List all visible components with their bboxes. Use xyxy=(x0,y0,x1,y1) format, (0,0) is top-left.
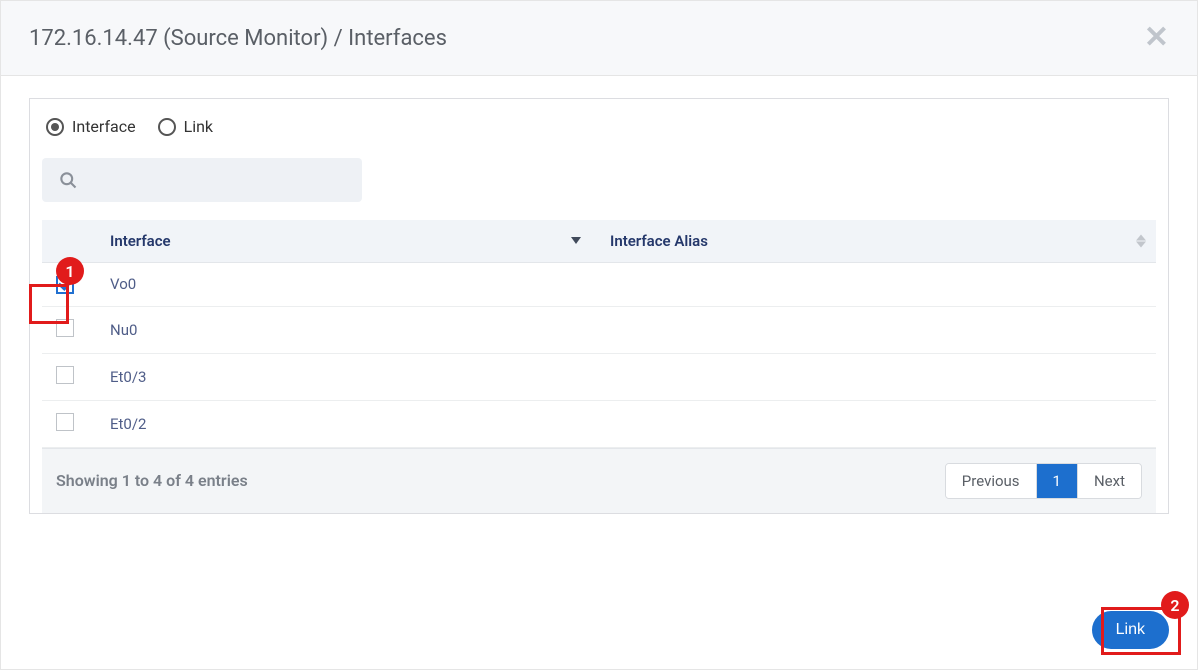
close-icon[interactable]: ✕ xyxy=(1144,23,1169,53)
modal-footer: Link xyxy=(1,597,1197,669)
radio-group: Interface Link xyxy=(42,117,1156,136)
sort-icon xyxy=(1136,235,1146,248)
cell-alias xyxy=(596,400,1156,447)
table-body: Vo0 Nu0 Et0/3 xyxy=(42,263,1156,448)
column-header-select xyxy=(42,220,96,263)
column-header-alias-label: Interface Alias xyxy=(610,232,708,250)
column-header-alias[interactable]: Interface Alias xyxy=(596,220,1156,263)
column-header-interface-label: Interface xyxy=(110,232,171,250)
cell-interface[interactable]: Nu0 xyxy=(96,306,596,353)
pagination: Previous 1 Next xyxy=(945,463,1142,499)
radio-link[interactable]: Link xyxy=(158,117,213,136)
table-row: Nu0 xyxy=(42,306,1156,353)
radio-link-label: Link xyxy=(184,117,213,136)
table-row: Et0/3 xyxy=(42,353,1156,400)
row-checkbox[interactable] xyxy=(56,319,74,337)
content-panel: Interface Link Interface xyxy=(29,98,1169,514)
pagination-previous[interactable]: Previous xyxy=(946,464,1037,498)
column-header-interface[interactable]: Interface xyxy=(96,220,596,263)
cell-interface[interactable]: Vo0 xyxy=(96,263,596,307)
row-checkbox[interactable] xyxy=(56,413,74,431)
pagination-page-1[interactable]: 1 xyxy=(1037,464,1078,498)
modal-header: 172.16.14.47 (Source Monitor) / Interfac… xyxy=(1,1,1197,76)
table-row: Vo0 xyxy=(42,263,1156,307)
table-footer: Showing 1 to 4 of 4 entries Previous 1 N… xyxy=(42,448,1156,513)
search-input[interactable] xyxy=(42,158,362,202)
radio-interface-label: Interface xyxy=(72,117,136,136)
table-header-row: Interface Interface Alias xyxy=(42,220,1156,263)
modal-dialog: 172.16.14.47 (Source Monitor) / Interfac… xyxy=(0,0,1198,670)
cell-alias xyxy=(596,353,1156,400)
cell-interface[interactable]: Et0/2 xyxy=(96,400,596,447)
row-checkbox[interactable] xyxy=(56,366,74,384)
radio-interface[interactable]: Interface xyxy=(46,117,136,136)
radio-circle-icon xyxy=(158,118,176,136)
sort-desc-icon xyxy=(570,232,582,250)
row-checkbox[interactable] xyxy=(56,276,74,294)
cell-interface[interactable]: Et0/3 xyxy=(96,353,596,400)
cell-alias xyxy=(596,263,1156,307)
table-row: Et0/2 xyxy=(42,400,1156,447)
pagination-next[interactable]: Next xyxy=(1078,464,1141,498)
entries-summary: Showing 1 to 4 of 4 entries xyxy=(56,471,248,490)
radio-circle-icon xyxy=(46,118,64,136)
modal-title: 172.16.14.47 (Source Monitor) / Interfac… xyxy=(29,26,447,51)
cell-alias xyxy=(596,306,1156,353)
link-button[interactable]: Link xyxy=(1092,611,1169,649)
interfaces-table: Interface Interface Alias xyxy=(42,220,1156,448)
modal-body: Interface Link Interface xyxy=(1,76,1197,597)
search-icon xyxy=(58,170,78,190)
